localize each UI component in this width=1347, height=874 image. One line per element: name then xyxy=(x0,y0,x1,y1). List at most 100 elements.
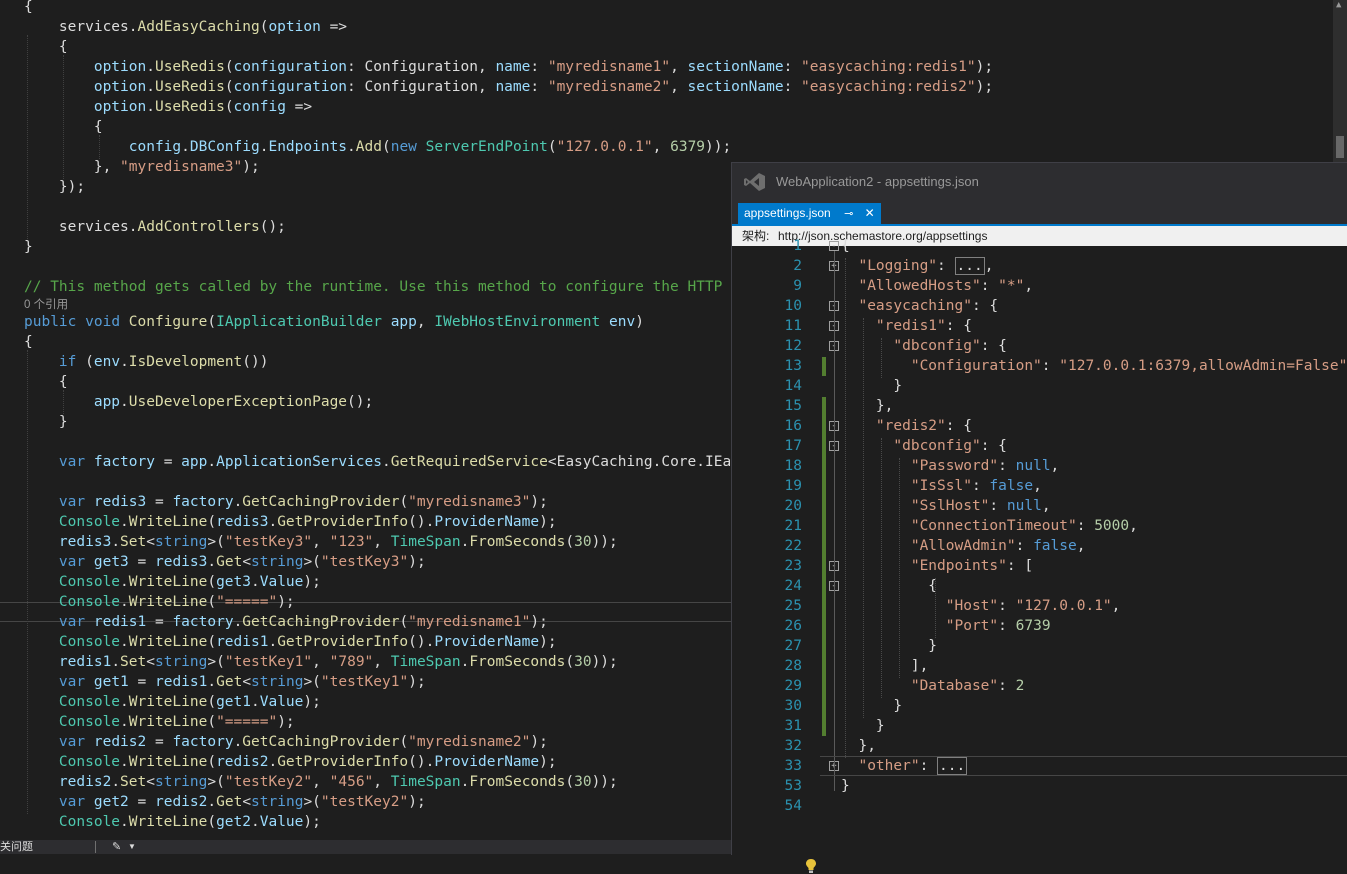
code-token: AddEasyCaching xyxy=(137,19,260,35)
code-token: >( xyxy=(207,654,225,670)
code-token: configuration xyxy=(233,59,348,75)
close-icon[interactable]: ✕ xyxy=(865,203,875,224)
code-token: . xyxy=(120,514,129,530)
code-token: var xyxy=(58,734,86,750)
json-line-text: "redis1": { xyxy=(841,316,972,336)
appsettings-json-window[interactable]: WebApplication2 - appsettings.json appse… xyxy=(731,162,1347,873)
line-number: 28 xyxy=(784,658,802,674)
line-number: 15 xyxy=(784,398,802,414)
json-token: "127.0.0.1:6379,allowAdmin=False" xyxy=(1059,358,1347,374)
document-tab-strip: appsettings.json ⊸ ✕ xyxy=(732,201,1347,226)
code-token: "myredisname2" xyxy=(408,734,531,750)
code-line: var redis3 = factory.GetCachingProvider(… xyxy=(24,492,548,512)
lightbulb-icon[interactable] xyxy=(805,858,817,874)
indent-guide xyxy=(863,318,864,718)
tab-appsettings-json[interactable]: appsettings.json ⊸ ✕ xyxy=(738,203,881,224)
code-token: name xyxy=(495,59,531,75)
json-token: 6739 xyxy=(1015,618,1051,634)
code-token: redis2 xyxy=(58,774,112,790)
json-token: : xyxy=(1015,538,1034,554)
window-title: WebApplication2 - appsettings.json xyxy=(776,174,979,189)
code-token: Console xyxy=(58,754,121,770)
code-token: >( xyxy=(303,674,321,690)
code-token: Console xyxy=(58,634,121,650)
status-separator xyxy=(95,841,96,853)
scrollbar-thumb[interactable] xyxy=(1336,136,1344,158)
code-token: TimeSpan xyxy=(390,774,461,790)
editor-scrollbar[interactable] xyxy=(1333,0,1347,162)
code-token: ( xyxy=(399,494,409,510)
window-titlebar[interactable]: WebApplication2 - appsettings.json xyxy=(732,163,1347,201)
indent-guide xyxy=(881,438,882,698)
code-token: ServerEndPoint xyxy=(425,139,548,155)
code-token: option xyxy=(268,19,321,35)
json-line: 1 -{ xyxy=(732,236,1347,256)
code-cleanup-brush-icon[interactable]: ✎ xyxy=(112,840,121,854)
codelens-reference-count[interactable]: 0 个引用 xyxy=(24,297,68,313)
code-token: UseRedis xyxy=(154,59,225,75)
code-token: UseDeveloperExceptionPage xyxy=(128,394,348,410)
code-token: < xyxy=(242,794,252,810)
json-token: "Database" xyxy=(910,678,999,694)
code-token: . xyxy=(347,139,356,155)
chevron-down-icon[interactable]: ▼ xyxy=(128,840,136,854)
pin-icon[interactable]: ⊸ xyxy=(844,204,853,225)
problems-indicator[interactable]: 关问题 xyxy=(0,840,33,854)
json-line-text: } xyxy=(841,716,885,736)
line-number: 18 xyxy=(784,458,802,474)
json-line: 54 xyxy=(732,796,1347,816)
code-line: { xyxy=(24,0,33,17)
collapse-fold-icon[interactable]: - xyxy=(829,241,839,251)
scroll-up-arrow-icon[interactable]: ▲ xyxy=(1336,0,1341,10)
code-token: . xyxy=(251,574,260,590)
code-token: ( xyxy=(399,734,409,750)
code-token: ); xyxy=(530,494,548,510)
code-token: var xyxy=(58,674,86,690)
code-token: ); xyxy=(303,814,321,830)
json-token: , xyxy=(1024,278,1034,294)
code-token: Get xyxy=(216,674,243,690)
code-token: . xyxy=(233,614,243,630)
code-line: { xyxy=(24,332,33,352)
collapsed-region[interactable]: ... xyxy=(954,257,985,275)
code-token: Console xyxy=(58,594,121,610)
json-token: : [ xyxy=(1006,558,1034,574)
code-line: option.UseRedis(configuration: Configura… xyxy=(24,57,993,77)
code-token: )); xyxy=(591,774,618,790)
json-token: "Password" xyxy=(910,458,999,474)
json-code-editor[interactable]: 1-{2 + "Logging": ..., 9 "AllowedHosts": "… xyxy=(732,238,1347,873)
json-token: : xyxy=(937,258,955,274)
code-token: (); xyxy=(259,219,286,235)
json-token: false xyxy=(989,478,1034,494)
code-token: Endpoints xyxy=(268,139,348,155)
json-token: { xyxy=(841,578,938,594)
code-token: app xyxy=(390,314,417,330)
json-token: null xyxy=(1015,458,1051,474)
code-token: . xyxy=(251,694,260,710)
line-number: 26 xyxy=(784,618,802,634)
code-token: redis3 xyxy=(154,554,208,570)
code-token: FromSeconds xyxy=(469,774,566,790)
code-token: ( xyxy=(207,714,217,730)
code-token: GetProviderInfo xyxy=(277,514,409,530)
code-token: "myredisname1" xyxy=(408,614,531,630)
code-token: var xyxy=(58,614,86,630)
code-token: get2 xyxy=(216,814,251,830)
code-token: ( xyxy=(224,79,234,95)
code-token: ); xyxy=(539,754,557,770)
json-line-text: "Database": 2 xyxy=(841,676,1025,696)
code-token: WriteLine xyxy=(128,574,208,590)
code-token: WriteLine xyxy=(128,694,208,710)
code-token: "testKey1" xyxy=(224,654,313,670)
code-token: ); xyxy=(530,734,548,750)
